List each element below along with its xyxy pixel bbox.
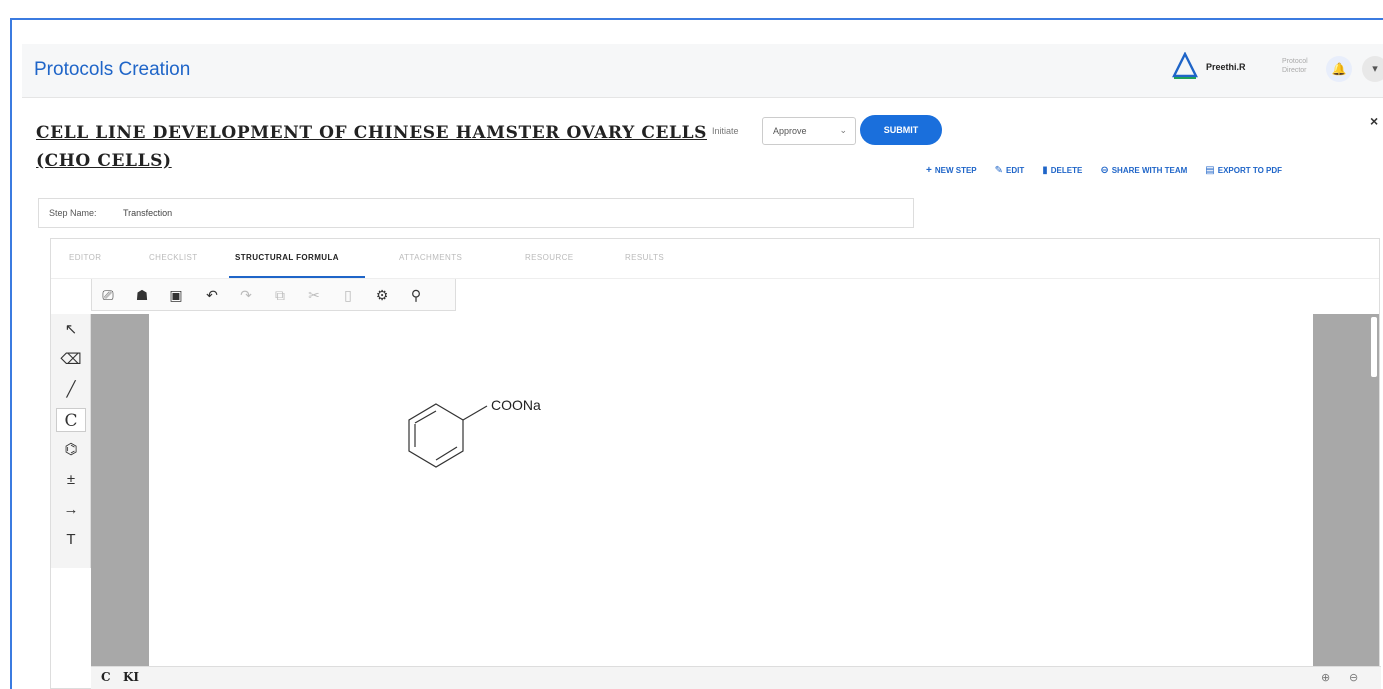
- eraser-icon[interactable]: ⌫: [56, 348, 86, 372]
- charge-icon[interactable]: ±: [56, 468, 86, 492]
- benzene-ring: [408, 403, 464, 468]
- cut-icon[interactable]: ✂: [304, 285, 324, 305]
- user-name: Preethi.R: [1206, 62, 1246, 72]
- tab-attachments[interactable]: ATTACHMENTS: [399, 253, 462, 262]
- new-document-icon[interactable]: ⎚: [98, 285, 118, 305]
- select-arrow-icon[interactable]: ↖: [56, 318, 86, 342]
- zoom-out-icon[interactable]: ⊖: [1349, 671, 1358, 684]
- carboxylate-bond: [462, 405, 488, 421]
- redo-icon[interactable]: ↷: [236, 285, 256, 305]
- sketcher-left-tools: ↖ ⌫ ╱ C ⌬ ± → T: [51, 314, 91, 568]
- ring-template-icon[interactable]: ⌬: [56, 438, 86, 462]
- molecule-drawing: COONa: [408, 397, 541, 468]
- chevron-down-icon: ⌄: [839, 125, 847, 135]
- tab-structural-formula[interactable]: STRUCTURAL FORMULA: [235, 253, 339, 262]
- zoom-in-icon[interactable]: ⊕: [1321, 671, 1330, 684]
- company-logo: [1172, 52, 1198, 79]
- undo-icon[interactable]: ↶: [202, 285, 222, 305]
- status-select-value: Approve: [773, 126, 807, 136]
- text-tool-icon[interactable]: T: [56, 528, 86, 552]
- edit-button[interactable]: ✎ EDIT: [995, 162, 1025, 178]
- share-with-team-button[interactable]: ⊖ SHARE WITH TEAM: [1100, 162, 1187, 178]
- tab-editor[interactable]: EDITOR: [69, 253, 101, 262]
- step-actions: + NEW STEP ✎ EDIT ▮ DELETE ⊖ SHARE WITH …: [926, 162, 1282, 178]
- pencil-icon: ✎: [994, 164, 1004, 176]
- export-to-pdf-button[interactable]: ▤ EXPORT TO PDF: [1205, 162, 1282, 178]
- user-menu-chevron-icon[interactable]: ▾: [1362, 56, 1383, 82]
- step-name-value[interactable]: Transfection: [123, 208, 172, 218]
- atom-ki-button[interactable]: KI: [123, 670, 139, 684]
- vertical-scrollbar[interactable]: [1371, 317, 1377, 377]
- active-tab-indicator: [229, 276, 365, 278]
- submit-button[interactable]: SUBMIT: [860, 115, 942, 145]
- tab-checklist[interactable]: CHECKLIST: [149, 253, 198, 262]
- step-tabs: EDITOR CHECKLIST STRUCTURAL FORMULA ATTA…: [51, 239, 1379, 279]
- tab-resource[interactable]: RESOURCE: [525, 253, 574, 262]
- bond-line-icon[interactable]: ╱: [56, 378, 86, 402]
- carbon-atom-tool[interactable]: C: [56, 408, 86, 432]
- canvas-margin-left: [91, 314, 149, 666]
- atom-c-button[interactable]: C: [101, 670, 111, 684]
- copy-icon[interactable]: ⧉: [270, 285, 290, 305]
- protocol-title: CELL LINE DEVELOPMENT OF CHINESE HAMSTER…: [36, 123, 707, 171]
- app-header: Protocols Creation Preethi.R Protocol Di…: [22, 44, 1383, 98]
- share-icon: ⊖: [1100, 164, 1109, 176]
- atom-bar: C KI ⊕ ⊖: [91, 666, 1381, 689]
- canvas-margin-right: [1313, 314, 1379, 666]
- tab-results[interactable]: RESULTS: [625, 253, 664, 262]
- sketcher-toolbar: ⎚ ☗ ▣ ↶ ↷ ⧉ ✂ ▯ ⚙ ⚲: [91, 279, 456, 311]
- app-title: Protocols Creation: [34, 59, 191, 80]
- substituent-label: COONa: [491, 397, 541, 413]
- plus-icon: +: [926, 164, 932, 176]
- settings-icon[interactable]: ⚙: [372, 285, 392, 305]
- new-step-button[interactable]: + NEW STEP: [926, 162, 977, 178]
- trash-icon: ▮: [1042, 164, 1048, 176]
- status-select[interactable]: Approve ⌄: [762, 117, 856, 145]
- save-icon[interactable]: ▣: [166, 285, 186, 305]
- notification-bell-icon[interactable]: 🔔: [1326, 56, 1352, 82]
- user-role: Protocol Director: [1282, 58, 1308, 74]
- close-icon[interactable]: ×: [1370, 113, 1378, 129]
- step-editor-panel: EDITOR CHECKLIST STRUCTURAL FORMULA ATTA…: [50, 238, 1381, 689]
- delete-button[interactable]: ▮ DELETE: [1042, 162, 1082, 178]
- reaction-arrow-icon[interactable]: →: [56, 498, 86, 522]
- step-name-label: Step Name:: [49, 208, 97, 218]
- zoom-icon[interactable]: ⚲: [406, 285, 426, 305]
- pdf-icon: ▤: [1205, 164, 1215, 176]
- open-icon[interactable]: ☗: [132, 285, 152, 305]
- initiate-label: Initiate: [712, 126, 739, 136]
- paste-icon[interactable]: ▯: [338, 285, 358, 305]
- step-name-field[interactable]: Step Name: Transfection: [38, 198, 914, 228]
- sketch-canvas[interactable]: COONa: [149, 314, 1313, 666]
